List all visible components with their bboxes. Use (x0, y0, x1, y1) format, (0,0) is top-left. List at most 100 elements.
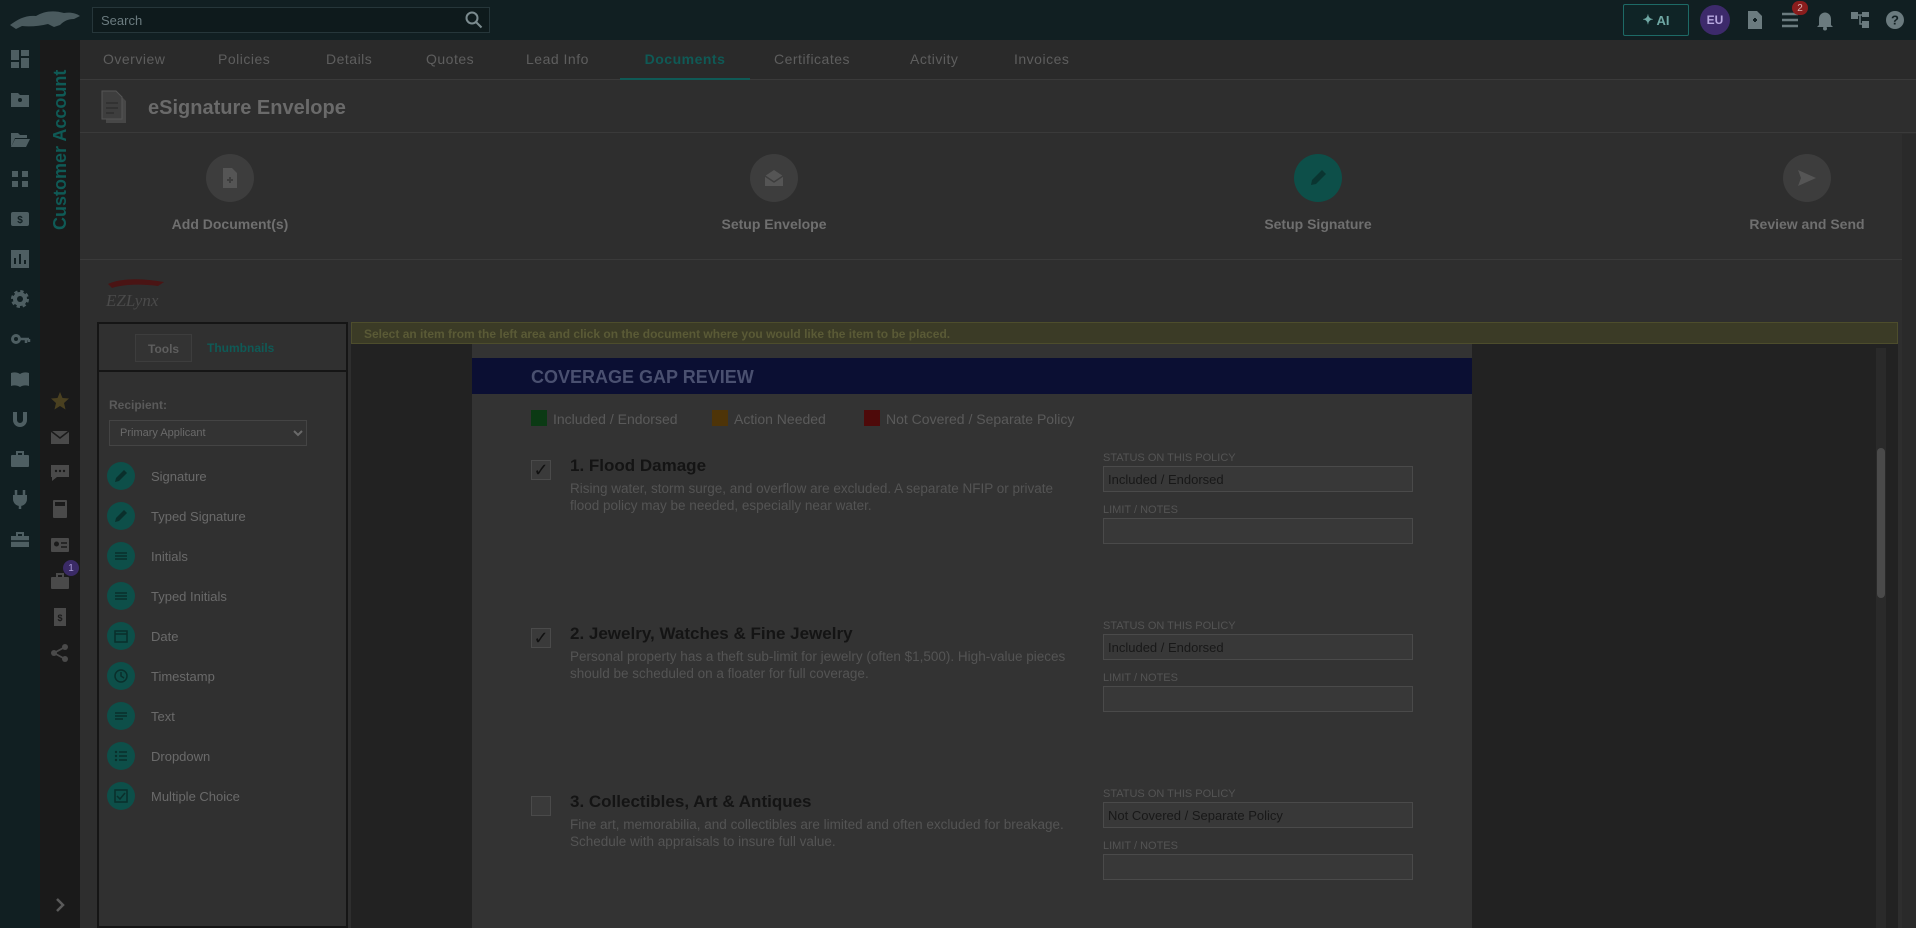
tab-details[interactable]: Details (326, 40, 372, 80)
coverage-description: Rising water, storm surge, and overflow … (570, 481, 1053, 513)
briefcase-icon[interactable] (9, 448, 31, 470)
dashboard-icon[interactable] (9, 48, 31, 70)
status-field[interactable]: Not Covered / Separate Policy (1103, 802, 1413, 828)
tool-text[interactable]: Text (107, 700, 327, 732)
search-input[interactable] (93, 8, 453, 32)
send-icon[interactable] (1783, 154, 1831, 202)
tool-label: Dropdown (151, 749, 211, 764)
tool-label: Initials (151, 549, 188, 564)
tool-initials[interactable]: Initials (107, 540, 327, 572)
tab-lead-info[interactable]: Lead Info (526, 40, 589, 80)
envelope-icon[interactable] (750, 154, 798, 202)
top-bar: ✦ AI EU 2 ? (0, 0, 1916, 40)
mail-icon[interactable] (49, 426, 71, 448)
envelope-steps: Add Document(s) Setup Envelope Setup Sig… (80, 134, 1916, 260)
tool-dropdown[interactable]: Dropdown (107, 740, 327, 772)
reports-icon[interactable] (9, 248, 31, 270)
bell-icon[interactable] (1814, 9, 1836, 31)
status-field[interactable]: Included / Endorsed (1103, 634, 1413, 660)
search-icon[interactable] (465, 11, 483, 29)
recipient-select[interactable]: Primary Applicant (109, 420, 307, 446)
customer-account-title[interactable]: Customer Account (50, 70, 71, 230)
ai-label: AI (1656, 12, 1670, 28)
sparkle-icon: ✦ (1642, 12, 1654, 27)
tool-multiple-choice[interactable]: Multiple Choice (107, 780, 327, 812)
key-icon[interactable] (9, 328, 31, 350)
limit-field[interactable] (1103, 518, 1413, 544)
coverage-checkbox[interactable]: ✓ (531, 460, 551, 480)
status-field[interactable]: Included / Endorsed (1103, 466, 1413, 492)
step-setup-envelope[interactable]: Setup Envelope (664, 134, 884, 260)
help-icon[interactable]: ? (1884, 9, 1906, 31)
gear-icon[interactable] (9, 288, 31, 310)
coverage-description: Personal property has a theft sub-limit … (570, 649, 1066, 681)
svg-text:$: $ (57, 613, 62, 623)
id-card-icon[interactable] (49, 534, 71, 556)
tool-typed-initials[interactable]: Typed Initials (107, 580, 327, 612)
chevron-right-icon[interactable] (49, 894, 71, 916)
step-review-send[interactable]: Review and Send (1697, 134, 1916, 260)
legend-swatch (531, 410, 547, 426)
limit-label: LIMIT / NOTES (1103, 504, 1178, 516)
tab-thumbnails[interactable]: Thumbnails (195, 334, 286, 362)
customer-account-rail: Customer Account 1 $ (40, 40, 80, 928)
list-icon (107, 742, 135, 770)
billing-icon[interactable]: $ (9, 208, 31, 230)
scrollbar-thumb[interactable] (1877, 448, 1885, 598)
share-icon[interactable] (49, 642, 71, 664)
tab-documents[interactable]: Documents (620, 40, 750, 80)
coverage-checkbox[interactable]: ✓ (531, 628, 551, 648)
document-page[interactable]: COVERAGE GAP REVIEW Included / Endorsed … (472, 344, 1472, 928)
limit-field[interactable] (1103, 854, 1413, 880)
pencil-icon[interactable] (1294, 154, 1342, 202)
tab-invoices[interactable]: Invoices (1014, 40, 1069, 80)
tab-tools[interactable]: Tools (135, 334, 193, 362)
add-document-icon[interactable] (206, 154, 254, 202)
tab-policies[interactable]: Policies (218, 40, 270, 80)
tab-quotes[interactable]: Quotes (426, 40, 474, 80)
search-box[interactable] (92, 7, 490, 33)
star-icon[interactable] (49, 390, 71, 412)
tool-date[interactable]: Date (107, 620, 327, 652)
app-logo[interactable] (8, 7, 84, 33)
document-scrollbar[interactable] (1876, 348, 1886, 928)
document-viewport[interactable]: COVERAGE GAP REVIEW Included / Endorsed … (351, 344, 1898, 928)
svg-text:$: $ (17, 215, 23, 226)
legend-label: Not Covered / Separate Policy (886, 411, 1075, 427)
avatar[interactable]: EU (1700, 5, 1730, 35)
tool-timestamp[interactable]: Timestamp (107, 660, 327, 692)
legend-swatch (712, 410, 728, 426)
folder-open-icon[interactable] (9, 128, 31, 150)
hierarchy-icon[interactable] (9, 168, 31, 190)
page-scrollbar[interactable] (1902, 134, 1916, 928)
plug-icon[interactable] (9, 488, 31, 510)
step-setup-signature[interactable]: Setup Signature (1208, 134, 1428, 260)
tool-typed-signature[interactable]: Typed Signature (107, 500, 327, 532)
step-add-documents[interactable]: Add Document(s) (120, 134, 340, 260)
limit-label: LIMIT / NOTES (1103, 672, 1178, 684)
limit-label: LIMIT / NOTES (1103, 840, 1178, 852)
left-nav-rail: $ (0, 40, 40, 928)
ai-button[interactable]: ✦ AI (1623, 4, 1689, 36)
calculator-icon[interactable] (49, 498, 71, 520)
tab-overview[interactable]: Overview (103, 40, 165, 80)
tab-activity[interactable]: Activity (910, 40, 958, 80)
tool-signature[interactable]: Signature (107, 460, 327, 492)
status-label: STATUS ON THIS POLICY (1103, 452, 1236, 464)
instruction-text: Select an item from the left area and cl… (364, 327, 951, 341)
documents-icon (101, 90, 126, 123)
book-icon[interactable] (9, 368, 31, 390)
chat-icon[interactable] (49, 462, 71, 484)
magnet-icon[interactable] (9, 408, 31, 430)
limit-field[interactable] (1103, 686, 1413, 712)
new-document-icon[interactable] (1744, 9, 1766, 31)
tab-certificates[interactable]: Certificates (774, 40, 850, 80)
coverage-checkbox[interactable] (531, 796, 551, 816)
org-chart-icon[interactable] (1849, 9, 1871, 31)
toolbox-icon[interactable] (9, 528, 31, 550)
invoice-icon[interactable]: $ (49, 606, 71, 628)
tool-label: Text (151, 709, 175, 724)
contacts-folder-icon[interactable] (9, 88, 31, 110)
tools-panel: Tools Thumbnails Recipient: Primary Appl… (97, 322, 348, 928)
side-badge: 1 (63, 560, 79, 576)
